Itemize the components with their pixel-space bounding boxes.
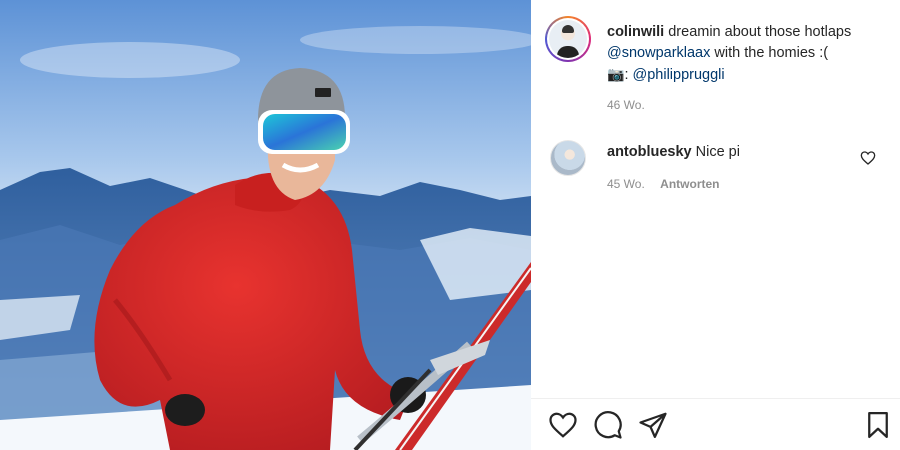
- post-photo[interactable]: [0, 0, 531, 450]
- comment-text: Nice pi: [695, 144, 740, 160]
- caption-text-continued: with the homies :(: [714, 45, 829, 61]
- save-bookmark-icon[interactable]: [863, 410, 893, 440]
- post-timestamp[interactable]: 46 Wo.: [607, 98, 645, 112]
- author-avatar[interactable]: [545, 16, 591, 62]
- caption-text: dreamin about those hotlaps: [668, 24, 852, 40]
- comment-meta: 45 Wo. Antworten: [607, 177, 719, 191]
- actions-divider: [531, 398, 900, 399]
- post-caption: colinwili dreamin about those hotlaps @s…: [607, 22, 887, 86]
- comment-like-heart-icon[interactable]: [860, 150, 876, 166]
- reply-button[interactable]: Antworten: [660, 177, 719, 191]
- comment-body: antoblueskу Nice pi: [607, 143, 740, 162]
- author-username[interactable]: colinwili: [607, 24, 664, 40]
- share-paper-plane-icon[interactable]: [638, 410, 668, 440]
- commenter-username[interactable]: antoblueskу: [607, 144, 692, 160]
- author-avatar-image: [549, 20, 587, 58]
- mention-philippruggli[interactable]: @philippruggli: [633, 67, 725, 83]
- comment-bubble-icon[interactable]: [593, 410, 623, 440]
- post-side-panel: colinwili dreamin about those hotlaps @s…: [531, 0, 900, 450]
- mention-snowparklaax[interactable]: @snowparklaax: [607, 45, 710, 61]
- like-heart-icon[interactable]: [548, 410, 578, 440]
- skier-photo-illustration: [0, 0, 531, 450]
- caption-colon: :: [624, 67, 629, 83]
- comment-timestamp[interactable]: 45 Wo.: [607, 177, 645, 191]
- camera-icon: 📷: [607, 66, 625, 82]
- commenter-avatar[interactable]: [550, 140, 586, 176]
